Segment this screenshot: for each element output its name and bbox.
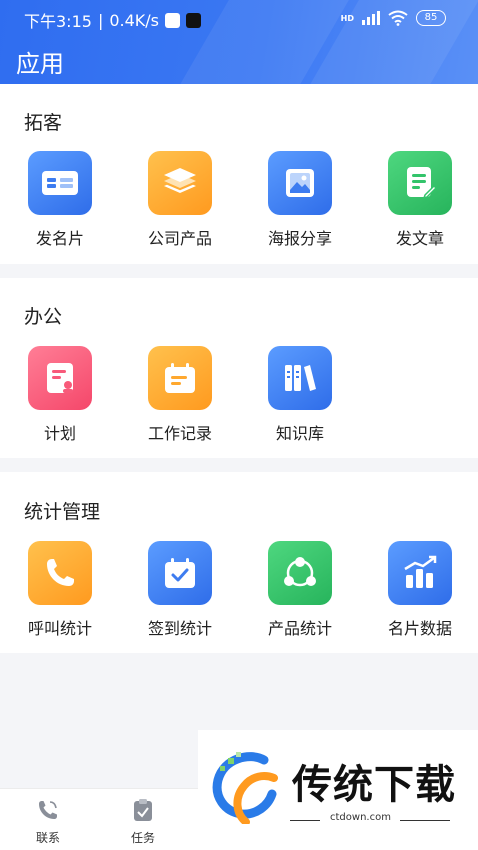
app-card-data[interactable]: 名片数据 bbox=[370, 541, 470, 639]
app-label: 产品统计 bbox=[267, 619, 332, 638]
edit-document-icon bbox=[388, 151, 452, 215]
app-label: 知识库 bbox=[275, 424, 324, 443]
layers-icon bbox=[148, 151, 212, 215]
phone-contact-icon bbox=[35, 797, 61, 823]
bar-chart-icon bbox=[388, 541, 452, 605]
app-product-stats[interactable]: 产品统计 bbox=[250, 541, 350, 639]
section-title: 拓客 bbox=[24, 112, 63, 134]
page-title: 应用 bbox=[16, 50, 64, 78]
battery-indicator: 85 bbox=[416, 10, 446, 26]
app-send-card[interactable]: 发名片 bbox=[10, 151, 110, 249]
app-post-article[interactable]: 发文章 bbox=[370, 151, 470, 249]
app-company-products[interactable]: 公司产品 bbox=[130, 151, 230, 249]
app-label: 发名片 bbox=[35, 229, 84, 248]
calendar-check-icon bbox=[148, 541, 212, 605]
watermark-url: ctdown.com bbox=[330, 812, 391, 823]
share-icon bbox=[268, 541, 332, 605]
ctdown-logo bbox=[212, 752, 278, 824]
tab-tasks[interactable]: 任务 bbox=[113, 797, 173, 846]
app-label: 计划 bbox=[43, 424, 76, 443]
wifi-icon bbox=[388, 10, 408, 26]
tiktok-icon bbox=[186, 12, 201, 28]
plan-icon bbox=[28, 346, 92, 410]
phone-icon bbox=[28, 541, 92, 605]
tab-contact[interactable]: 联系 bbox=[18, 797, 78, 846]
section-title: 办公 bbox=[24, 306, 63, 328]
section-title: 统计管理 bbox=[24, 501, 101, 523]
app-checkin-stats[interactable]: 签到统计 bbox=[130, 541, 230, 639]
app-poster-share[interactable]: 海报分享 bbox=[250, 151, 350, 249]
app-plan[interactable]: 计划 bbox=[10, 346, 110, 444]
section-tuoke: 拓客 发名片 公司产品 海报分享 发文章 bbox=[0, 84, 478, 264]
app-label: 名片数据 bbox=[387, 619, 452, 638]
app-label: 发文章 bbox=[395, 229, 444, 248]
app-label: 呼叫统计 bbox=[27, 619, 92, 638]
signal-icon bbox=[362, 11, 380, 25]
hd-label: HD bbox=[340, 13, 354, 23]
status-time: 下午3:15 bbox=[24, 12, 92, 31]
watermark-brand: 传统下载 bbox=[292, 762, 456, 808]
books-icon bbox=[268, 346, 332, 410]
network-speed: 0.4K/s bbox=[109, 10, 159, 30]
app-header: 下午3:15 | 0.4K/s HD 85 应用 bbox=[0, 0, 478, 84]
app-work-record[interactable]: 工作记录 bbox=[130, 346, 230, 444]
section-statistics: 统计管理 呼叫统计 签到统计 产品统计 名片数据 bbox=[0, 472, 478, 653]
tab-label: 任务 bbox=[130, 831, 155, 845]
section-office: 办公 计划 工作记录 知识库 bbox=[0, 278, 478, 458]
business-card-icon bbox=[28, 151, 92, 215]
app-label: 海报分享 bbox=[267, 229, 332, 248]
app-label: 公司产品 bbox=[147, 229, 212, 248]
app-call-stats[interactable]: 呼叫统计 bbox=[10, 541, 110, 639]
watermark: 传统下载 ctdown.com bbox=[198, 730, 478, 830]
notification-app-icon bbox=[165, 12, 180, 28]
app-label: 签到统计 bbox=[147, 619, 212, 638]
clipboard-icon bbox=[130, 797, 156, 823]
app-knowledge-base[interactable]: 知识库 bbox=[250, 346, 350, 444]
calendar-note-icon bbox=[148, 346, 212, 410]
tab-label: 联系 bbox=[35, 831, 60, 845]
image-icon bbox=[268, 151, 332, 215]
status-bar: 下午3:15 | 0.4K/s HD 85 bbox=[0, 0, 478, 36]
app-label: 工作记录 bbox=[147, 424, 212, 443]
